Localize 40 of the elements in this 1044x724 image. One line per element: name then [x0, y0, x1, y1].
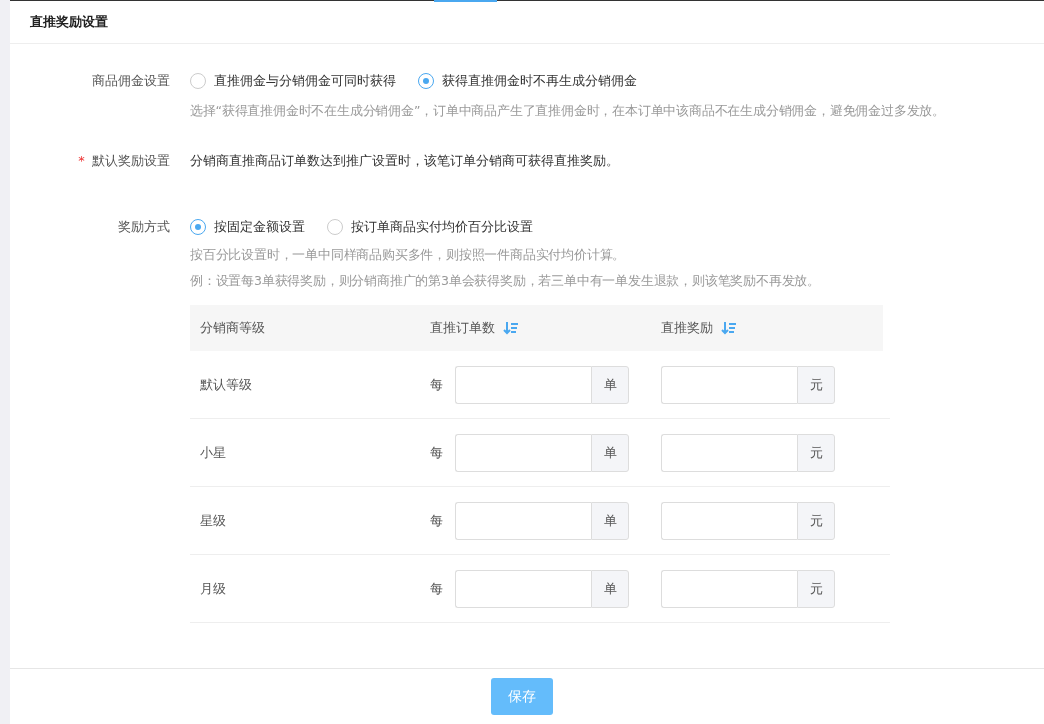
reward-input[interactable]: [661, 365, 797, 404]
radio-option[interactable]: 获得直推佣金时不再生成分销佣金: [418, 70, 637, 92]
hint-text: 选择“获得直推佣金时不在生成分销佣金”，订单中商品产生了直推佣金时，在本订单中该商品不在生成分销佣金，避免佣金过多发放。: [190, 103, 946, 120]
order-count-input[interactable]: [455, 433, 591, 472]
table-cell: 小星: [200, 443, 226, 462]
sort-icon[interactable]: [503, 321, 519, 335]
radio-option[interactable]: 按固定金额设置: [190, 216, 305, 238]
unit-addon: 元: [797, 433, 835, 472]
prefix-text: 每: [430, 579, 443, 598]
section-title: 直推奖励设置: [30, 13, 108, 31]
reward-input[interactable]: [661, 501, 797, 540]
column-header: 直推奖励: [661, 319, 713, 337]
reward-input[interactable]: [661, 569, 797, 608]
radio-option[interactable]: 直推佣金与分销佣金可同时获得: [190, 70, 396, 92]
unit-addon: 单: [591, 501, 629, 540]
table-cell: 月级: [200, 579, 226, 598]
unit-addon: 元: [797, 501, 835, 540]
field-label: 商品佣金设置: [92, 73, 170, 88]
order-count-input[interactable]: [455, 365, 591, 404]
order-count-input[interactable]: [455, 569, 591, 608]
sort-icon[interactable]: [721, 321, 737, 335]
column-header: 分销商等级: [200, 319, 265, 337]
unit-addon: 单: [591, 365, 629, 404]
field-label: 奖励方式: [118, 219, 170, 234]
required-mark: *: [78, 153, 85, 168]
reward-input[interactable]: [661, 433, 797, 472]
column-header: 直推订单数: [430, 319, 495, 337]
unit-addon: 单: [591, 569, 629, 608]
prefix-text: 每: [430, 511, 443, 530]
prefix-text: 每: [430, 443, 443, 462]
order-count-input[interactable]: [455, 501, 591, 540]
field-label: 默认奖励设置: [92, 153, 170, 168]
radio-option[interactable]: 按订单商品实付均价百分比设置: [327, 216, 533, 238]
prefix-text: 每: [430, 375, 443, 394]
unit-addon: 单: [591, 433, 629, 472]
unit-addon: 元: [797, 569, 835, 608]
description-text: 分销商直推商品订单数达到推广设置时，该笔订单分销商可获得直推奖励。: [190, 153, 619, 168]
table-cell: 星级: [200, 511, 226, 530]
unit-addon: 元: [797, 365, 835, 404]
table-cell: 默认等级: [200, 375, 252, 394]
